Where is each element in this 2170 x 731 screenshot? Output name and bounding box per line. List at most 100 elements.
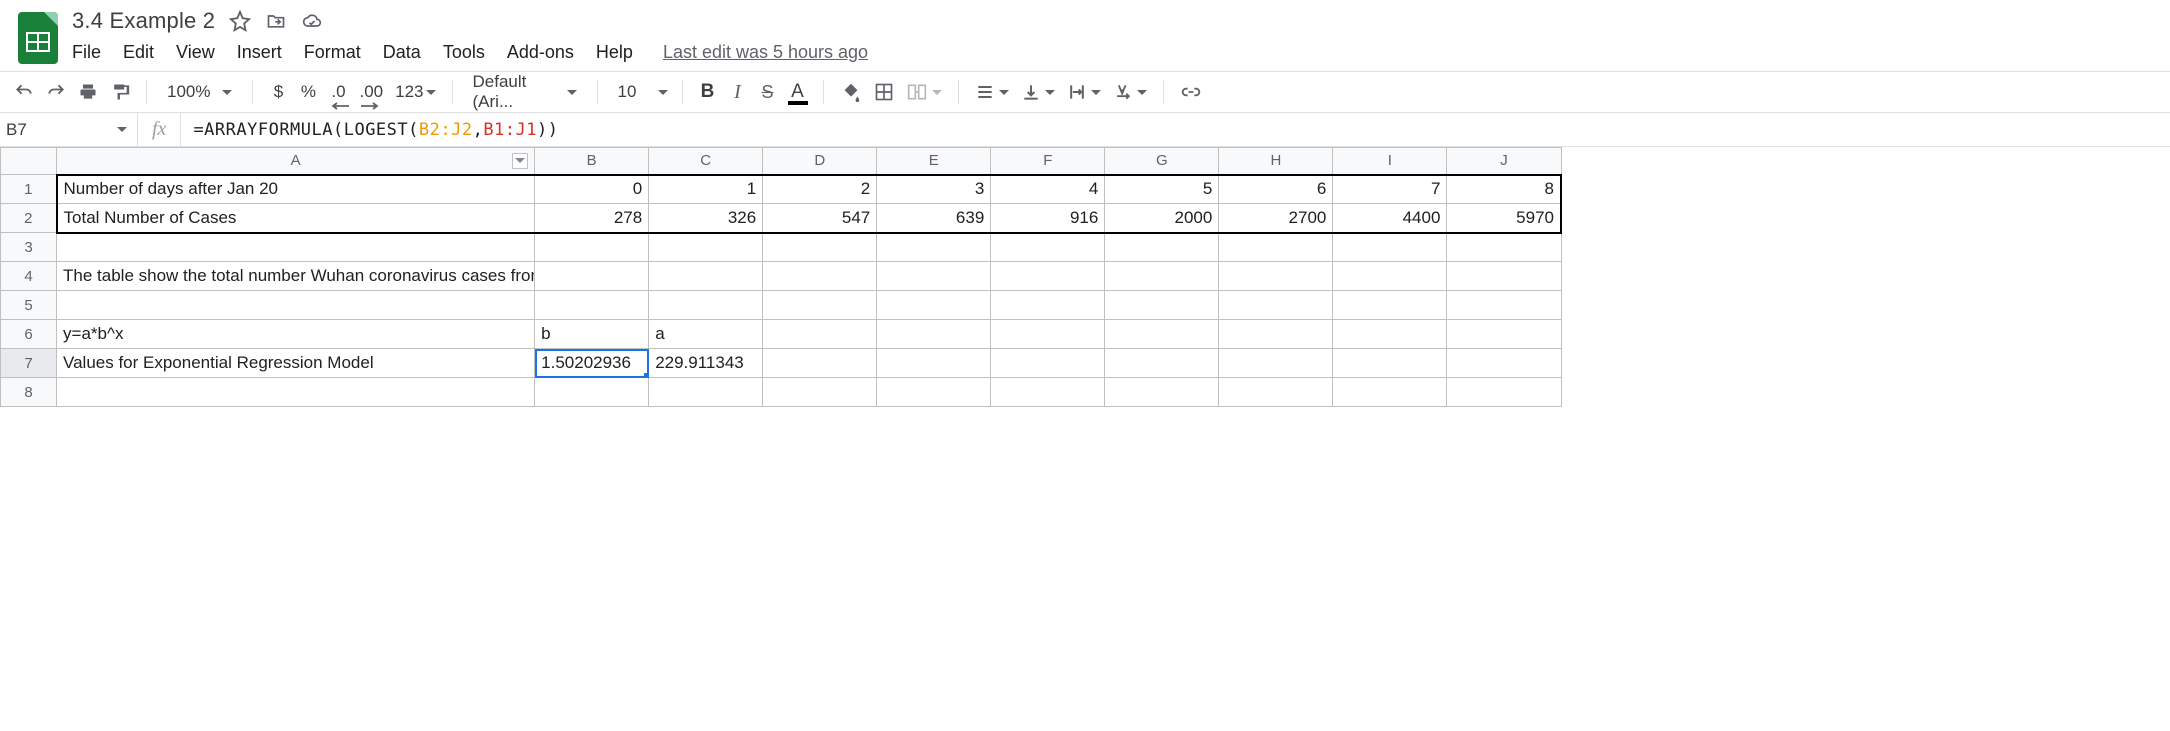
cell-D7[interactable]: [763, 349, 877, 378]
cell-A1[interactable]: Number of days after Jan 20: [57, 175, 535, 204]
menu-view[interactable]: View: [176, 42, 215, 63]
cell-C1[interactable]: 1: [649, 175, 763, 204]
cell-I6[interactable]: [1333, 320, 1447, 349]
row-header-3[interactable]: 3: [1, 233, 57, 262]
redo-icon[interactable]: [42, 78, 70, 106]
cell-F1[interactable]: 4: [991, 175, 1105, 204]
cell-B6[interactable]: b: [535, 320, 649, 349]
menu-insert[interactable]: Insert: [237, 42, 282, 63]
format-percent-button[interactable]: %: [295, 78, 321, 106]
cell-F7[interactable]: [991, 349, 1105, 378]
cell-J3[interactable]: [1447, 233, 1561, 262]
menu-help[interactable]: Help: [596, 42, 633, 63]
cell-H7[interactable]: [1219, 349, 1333, 378]
decrease-decimal-button[interactable]: .0: [325, 78, 351, 106]
print-icon[interactable]: [74, 78, 102, 106]
row-header-4[interactable]: 4: [1, 262, 57, 291]
row-header-5[interactable]: 5: [1, 291, 57, 320]
cell-I7[interactable]: [1333, 349, 1447, 378]
cell-F6[interactable]: [991, 320, 1105, 349]
cell-C5[interactable]: [649, 291, 763, 320]
cell-J8[interactable]: [1447, 378, 1561, 407]
row-header-2[interactable]: 2: [1, 204, 57, 233]
cell-E3[interactable]: [877, 233, 991, 262]
bold-button[interactable]: B: [695, 78, 721, 106]
menu-tools[interactable]: Tools: [443, 42, 485, 63]
cell-I2[interactable]: 4400: [1333, 204, 1447, 233]
spreadsheet-grid[interactable]: A B C D E F G H I J 1 Number of days aft…: [0, 147, 1562, 407]
zoom-select[interactable]: 100%: [159, 78, 240, 106]
cell-H1[interactable]: 6: [1219, 175, 1333, 204]
cell-A7[interactable]: Values for Exponential Regression Model: [57, 349, 535, 378]
cell-C8[interactable]: [649, 378, 763, 407]
insert-link-icon[interactable]: [1176, 78, 1206, 106]
cell-F2[interactable]: 916: [991, 204, 1105, 233]
cell-I4[interactable]: [1333, 262, 1447, 291]
paint-format-icon[interactable]: [106, 78, 134, 106]
star-icon[interactable]: [229, 10, 251, 32]
menu-format[interactable]: Format: [304, 42, 361, 63]
cell-D4[interactable]: [763, 262, 877, 291]
cell-A6[interactable]: y=a*b^x: [57, 320, 535, 349]
cell-B2[interactable]: 278: [535, 204, 649, 233]
cell-C7[interactable]: 229.911343: [649, 349, 763, 378]
horizontal-align-icon[interactable]: [971, 78, 1013, 106]
borders-icon[interactable]: [870, 78, 898, 106]
cell-J5[interactable]: [1447, 291, 1561, 320]
text-wrap-icon[interactable]: [1063, 78, 1105, 106]
col-header-B[interactable]: B: [535, 148, 649, 175]
strikethrough-button[interactable]: S: [755, 78, 781, 106]
col-header-C[interactable]: C: [649, 148, 763, 175]
cell-B8[interactable]: [535, 378, 649, 407]
cell-A8[interactable]: [57, 378, 535, 407]
row-header-7[interactable]: 7: [1, 349, 57, 378]
cell-I8[interactable]: [1333, 378, 1447, 407]
font-size-select[interactable]: 10: [610, 78, 670, 106]
cell-D8[interactable]: [763, 378, 877, 407]
cell-B4[interactable]: [535, 262, 649, 291]
cell-J7[interactable]: [1447, 349, 1561, 378]
cell-G1[interactable]: 5: [1105, 175, 1219, 204]
cell-B3[interactable]: [535, 233, 649, 262]
cell-J4[interactable]: [1447, 262, 1561, 291]
menu-edit[interactable]: Edit: [123, 42, 154, 63]
revision-history-link[interactable]: Last edit was 5 hours ago: [663, 42, 868, 63]
cell-A3[interactable]: [57, 233, 535, 262]
select-all-corner[interactable]: [1, 148, 57, 175]
cell-H2[interactable]: 2700: [1219, 204, 1333, 233]
increase-decimal-button[interactable]: .00: [355, 78, 387, 106]
formula-bar[interactable]: =ARRAYFORMULA(LOGEST(B2:J2,B1:J1)): [181, 120, 2170, 140]
font-family-select[interactable]: Default (Ari...: [465, 78, 585, 106]
cell-H8[interactable]: [1219, 378, 1333, 407]
cell-B7[interactable]: 1.50202936: [535, 349, 649, 378]
cell-C4[interactable]: [649, 262, 763, 291]
col-header-I[interactable]: I: [1333, 148, 1447, 175]
cell-A2[interactable]: Total Number of Cases: [57, 204, 535, 233]
cell-E5[interactable]: [877, 291, 991, 320]
menu-addons[interactable]: Add-ons: [507, 42, 574, 63]
cell-G4[interactable]: [1105, 262, 1219, 291]
cell-I1[interactable]: 7: [1333, 175, 1447, 204]
cell-G3[interactable]: [1105, 233, 1219, 262]
cell-F3[interactable]: [991, 233, 1105, 262]
cell-J6[interactable]: [1447, 320, 1561, 349]
cell-B1[interactable]: 0: [535, 175, 649, 204]
row-header-6[interactable]: 6: [1, 320, 57, 349]
col-header-F[interactable]: F: [991, 148, 1105, 175]
cell-D1[interactable]: 2: [763, 175, 877, 204]
cell-A5[interactable]: [57, 291, 535, 320]
more-formats-button[interactable]: 123: [391, 78, 439, 106]
menu-file[interactable]: File: [72, 42, 101, 63]
col-header-A[interactable]: A: [57, 148, 535, 175]
cell-G5[interactable]: [1105, 291, 1219, 320]
col-header-H[interactable]: H: [1219, 148, 1333, 175]
cell-H3[interactable]: [1219, 233, 1333, 262]
cell-H6[interactable]: [1219, 320, 1333, 349]
cell-I5[interactable]: [1333, 291, 1447, 320]
cell-E4[interactable]: [877, 262, 991, 291]
name-box[interactable]: B7: [0, 113, 138, 146]
cell-G2[interactable]: 2000: [1105, 204, 1219, 233]
cell-C6[interactable]: a: [649, 320, 763, 349]
cell-D5[interactable]: [763, 291, 877, 320]
cell-I3[interactable]: [1333, 233, 1447, 262]
